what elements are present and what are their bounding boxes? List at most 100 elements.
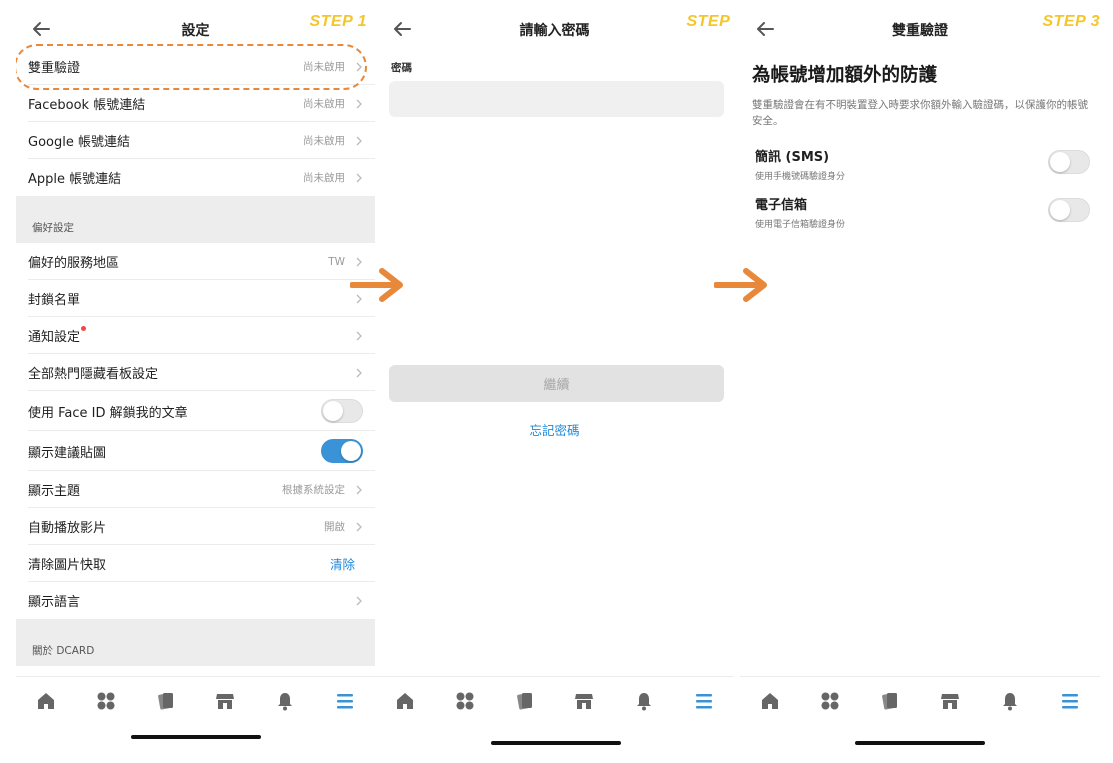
chevron-right-icon [355,522,363,532]
row-label: Facebook 帳號連結 [28,98,146,113]
setting-row-blocklist[interactable]: 封鎖名單 [16,280,375,317]
menu-icon[interactable] [689,686,719,716]
chevron-right-icon [355,173,363,183]
step-label: STEP 1 [309,13,367,30]
setting-row-region[interactable]: 偏好的服務地區 TW [16,243,375,280]
sticker-toggle[interactable] [321,439,363,463]
password-screen: 請輸入密碼 STEP 2 密碼 繼續 忘記密碼 [375,0,734,763]
cards-icon[interactable] [510,686,540,716]
home-indicator [491,741,621,745]
row-label: 使用 Face ID 解鎖我的文章 [28,405,188,421]
section-label: 關於 DCARD [32,645,95,657]
option-subtitle: 使用手機號碼驗證身分 [755,172,846,182]
email-toggle[interactable] [1048,198,1090,222]
home-icon[interactable] [390,686,420,716]
store-icon[interactable] [569,686,599,716]
section-heading: 為帳號增加額外的防護 [752,65,938,86]
row-label: 顯示建議貼圖 [28,445,107,461]
two-factor-screen: 雙重驗證 STEP 3 為帳號增加額外的防護 雙重驗證會在有不明裝置登入時要求你… [740,0,1100,763]
sms-toggle[interactable] [1048,150,1090,174]
password-label: 密碼 [391,62,412,74]
bell-icon[interactable] [629,686,659,716]
bottom-nav [740,676,1100,724]
section-header-about: 關於 DCARD [16,619,375,666]
page-title: 請輸入密碼 [519,23,590,39]
store-icon[interactable] [935,686,965,716]
chevron-right-icon [355,596,363,606]
bottom-nav [375,676,734,724]
chevron-right-icon [355,99,363,109]
description-text: 雙重驗證會在有不明裝置登入時要求你額外輸入驗證碼，以保護你的帳號安全。 [752,99,1088,127]
setting-row-notifications[interactable]: 通知設定 [16,317,375,354]
bell-icon[interactable] [995,686,1025,716]
cards-icon[interactable] [151,686,181,716]
step-arrow-icon [713,267,772,303]
setting-row-apple[interactable]: Apple 帳號連結 尚未啟用 [16,159,375,196]
row-label: 偏好的服務地區 [28,256,120,271]
row-label: 封鎖名單 [28,293,81,308]
setting-row-clear-cache: 清除圖片快取 清除 [16,545,375,582]
option-email: 電子信箱 使用電子信箱驗證身份 [755,194,1090,234]
row-label: 顯示語言 [28,595,81,610]
chevron-right-icon [355,485,363,495]
setting-row-autoplay[interactable]: 自動播放影片 開啟 [16,508,375,545]
home-icon[interactable] [31,686,61,716]
row-label: 顯示主題 [28,484,81,499]
menu-icon[interactable] [1055,686,1085,716]
section-header-preferences: 偏好設定 [16,196,375,243]
home-indicator [855,741,985,745]
row-label: 清除圖片快取 [28,558,107,573]
setting-row-two-factor[interactable]: 雙重驗證 尚未啟用 [16,48,375,85]
option-title: 簡訊 (SMS) [755,150,830,165]
apps-icon[interactable] [450,686,480,716]
bell-icon[interactable] [270,686,300,716]
settings-screen: 設定 STEP 1 雙重驗證 尚未啟用 Facebook 帳號連結 尚未啟用 G… [16,0,375,763]
setting-row-theme[interactable]: 顯示主題 根據系統設定 [16,471,375,508]
home-icon[interactable] [755,686,785,716]
setting-row-language[interactable]: 顯示語言 [16,582,375,619]
two-factor-topbar: 雙重驗證 STEP 3 [740,0,1100,48]
bottom-nav [16,676,375,724]
chevron-right-icon [355,62,363,72]
step-label: STEP 2 [686,13,734,30]
chevron-right-icon [355,257,363,267]
forgot-password-link[interactable]: 忘記密碼 [375,420,734,439]
option-sms: 簡訊 (SMS) 使用手機號碼驗證身分 [755,146,1090,186]
setting-row-hidden-boards[interactable]: 全部熱門隱藏看板設定 [16,354,375,391]
row-label: Google 帳號連結 [28,135,130,150]
setting-row-faceid: 使用 Face ID 解鎖我的文章 [16,391,375,431]
menu-icon[interactable] [330,686,360,716]
row-label: Apple 帳號連結 [28,172,122,187]
password-input[interactable] [389,81,724,117]
settings-list: 雙重驗證 尚未啟用 Facebook 帳號連結 尚未啟用 Google 帳號連結… [16,48,375,666]
setting-row-google[interactable]: Google 帳號連結 尚未啟用 [16,122,375,159]
cards-icon[interactable] [875,686,905,716]
row-value: 尚未啟用 [303,98,345,110]
continue-button[interactable]: 繼續 [389,365,724,402]
setting-row-stickers: 顯示建議貼圖 [16,431,375,471]
row-label: 自動播放影片 [28,521,107,536]
apps-icon[interactable] [91,686,121,716]
row-label: 雙重驗證 [28,61,81,76]
option-title: 電子信箱 [755,198,808,213]
row-value: 尚未啟用 [303,61,345,73]
section-label: 偏好設定 [32,222,74,234]
notification-dot [81,326,87,331]
row-label: 通知設定 [28,330,81,345]
store-icon[interactable] [210,686,240,716]
row-value: 尚未啟用 [303,172,345,184]
row-value: TW [328,255,345,268]
apps-icon[interactable] [815,686,845,716]
password-topbar: 請輸入密碼 STEP 2 [375,0,734,48]
chevron-right-icon [355,136,363,146]
step-arrow-icon [349,267,408,303]
row-value: 根據系統設定 [282,484,345,496]
home-indicator [131,735,261,739]
clear-cache-button[interactable]: 清除 [330,554,355,573]
setting-row-facebook[interactable]: Facebook 帳號連結 尚未啟用 [16,85,375,122]
faceid-toggle[interactable] [321,399,363,423]
row-value: 尚未啟用 [303,135,345,147]
chevron-right-icon [355,368,363,378]
step-label: STEP 3 [1042,13,1100,30]
row-label: 全部熱門隱藏看板設定 [28,367,159,382]
